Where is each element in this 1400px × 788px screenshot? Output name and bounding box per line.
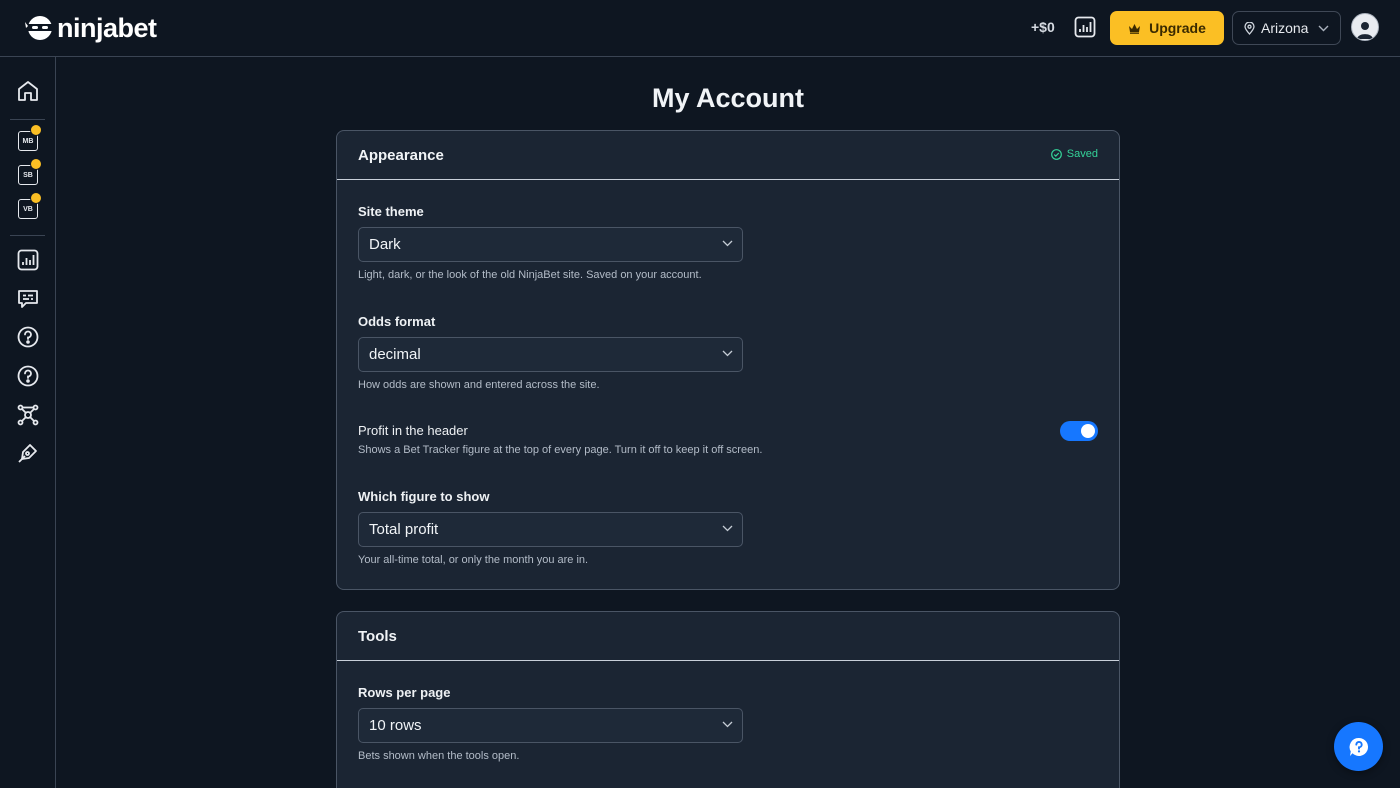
rows-per-page-label: Rows per page <box>358 685 451 700</box>
page-title: My Account <box>651 83 804 113</box>
help-icon <box>17 326 39 348</box>
toggle-knob <box>1081 424 1095 438</box>
network-icon <box>17 404 39 426</box>
profit-header-toggle[interactable] <box>1060 421 1098 441</box>
sidebar: MB SB VB <box>0 57 56 788</box>
location-pin-icon <box>1244 21 1255 35</box>
help-icon <box>17 365 39 387</box>
top-bar: ninjabet +$0 Upgrade Arizona <box>0 0 1400 57</box>
rows-per-page-value: 10 rows <box>369 717 422 734</box>
sidebar-item-vb[interactable]: VB <box>16 192 42 221</box>
upgrade-label: Upgrade <box>1149 20 1206 36</box>
chevron-down-icon <box>1318 25 1329 31</box>
user-icon <box>1357 22 1373 39</box>
site-theme-help: Light, dark, or the look of the old Ninj… <box>358 269 702 281</box>
sidebar-item-mb[interactable]: MB <box>16 124 42 153</box>
sidebar-item-network[interactable] <box>16 403 40 427</box>
rows-per-page-field: Rows per page <box>358 684 450 702</box>
chart-icon <box>1074 16 1096 38</box>
sidebar-item-chat[interactable] <box>16 287 40 311</box>
figure-help: Your all-time total, or only the month y… <box>358 554 589 566</box>
appearance-card: Appearance Saved Site theme Dark Light, … <box>336 130 1120 590</box>
state-selector[interactable]: Arizona <box>1232 11 1341 45</box>
help-chat-icon <box>1349 737 1368 756</box>
header-profit[interactable]: +$0 <box>1031 19 1055 35</box>
bet-tracker-button[interactable] <box>1073 15 1097 39</box>
rows-per-page-help: Bets shown when the tools open. <box>358 750 520 762</box>
sidebar-divider <box>10 119 45 120</box>
site-theme-label: Site theme <box>358 204 424 219</box>
crown-icon <box>1129 23 1141 34</box>
sidebar-item-faq[interactable] <box>16 364 40 388</box>
user-avatar[interactable] <box>1351 13 1379 41</box>
sidebar-item-pen[interactable] <box>16 441 40 465</box>
appearance-card-header: Appearance Saved <box>337 131 1119 180</box>
appearance-title: Appearance <box>358 146 444 164</box>
profit-header-help: Shows a Bet Tracker figure at the top of… <box>358 444 763 456</box>
saved-status: Saved <box>1050 148 1098 160</box>
premium-coin-icon <box>30 158 42 170</box>
site-theme-field: Site theme <box>358 203 424 221</box>
odds-format-select[interactable]: decimal <box>358 337 743 372</box>
pen-icon <box>18 444 37 463</box>
ninja-logo-icon <box>25 16 52 40</box>
chat-icon <box>18 290 38 308</box>
chevron-down-icon <box>722 525 733 532</box>
figure-label: Which figure to show <box>358 489 490 504</box>
brand-name: ninjabet <box>57 13 157 43</box>
chevron-down-icon <box>722 350 733 357</box>
odds-format-value: decimal <box>369 346 421 363</box>
state-label: Arizona <box>1261 20 1309 36</box>
sidebar-divider <box>10 235 45 236</box>
odds-format-label: Odds format <box>358 314 436 329</box>
premium-coin-icon <box>30 124 42 136</box>
chevron-down-icon <box>722 240 733 247</box>
brand-logo[interactable]: ninjabet <box>25 14 157 42</box>
check-circle-icon <box>1050 148 1062 160</box>
sidebar-item-sb[interactable]: SB <box>16 158 42 187</box>
tools-card-header: Tools <box>337 612 1119 661</box>
chevron-down-icon <box>722 721 733 728</box>
site-theme-value: Dark <box>369 236 401 253</box>
tools-card: Tools Rows per page 10 rows Bets shown w… <box>336 611 1120 788</box>
saved-label: Saved <box>1066 148 1098 160</box>
sidebar-item-tracker[interactable] <box>16 248 40 272</box>
chart-icon <box>17 249 39 271</box>
premium-coin-icon <box>30 192 42 204</box>
support-chat-button[interactable] <box>1334 722 1383 771</box>
upgrade-button[interactable]: Upgrade <box>1110 11 1224 45</box>
tools-title: Tools <box>358 627 397 645</box>
rows-per-page-select[interactable]: 10 rows <box>358 708 743 743</box>
figure-select[interactable]: Total profit <box>358 512 743 547</box>
site-theme-select[interactable]: Dark <box>358 227 743 262</box>
odds-format-help: How odds are shown and entered across th… <box>358 379 600 391</box>
odds-format-field: Odds format <box>358 313 435 331</box>
figure-field: Which figure to show <box>358 488 489 506</box>
profit-header-label: Profit in the header <box>358 423 468 438</box>
figure-value: Total profit <box>369 521 439 538</box>
sidebar-item-help[interactable] <box>16 325 40 349</box>
